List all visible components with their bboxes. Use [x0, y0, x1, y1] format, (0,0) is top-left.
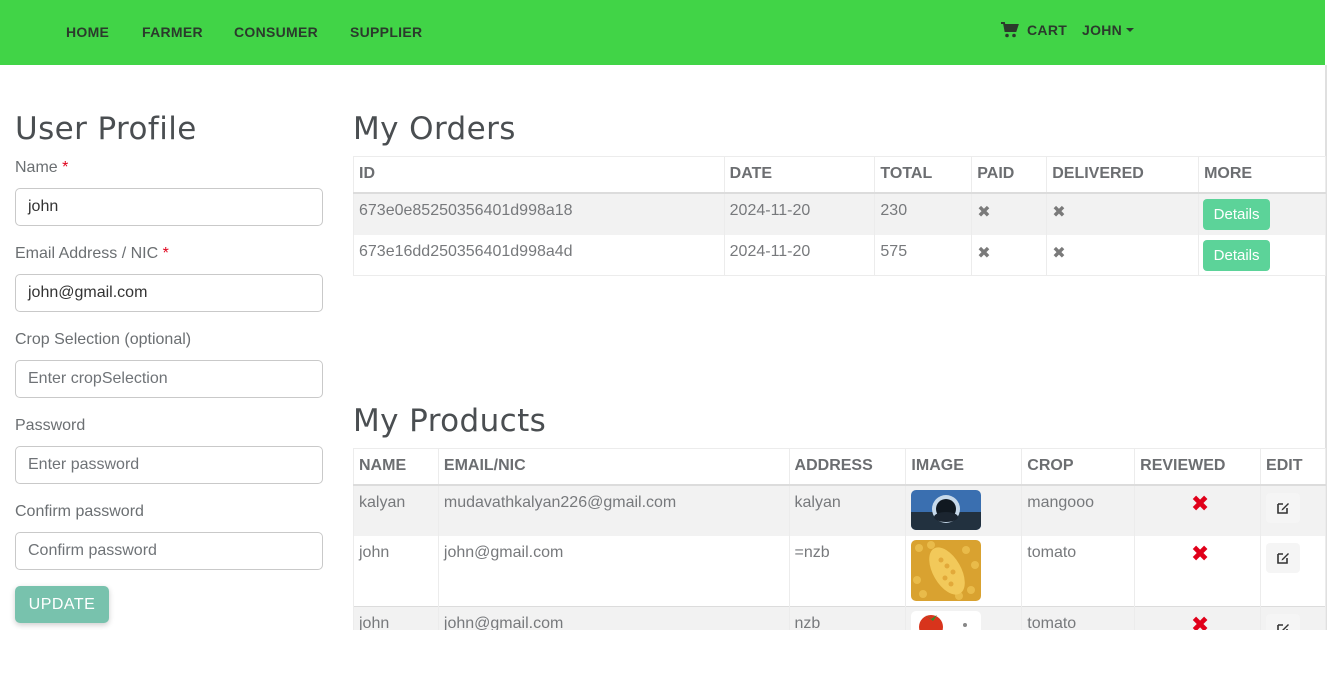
cart-label: CART [1027, 22, 1068, 38]
nav-supplier-link[interactable]: SUPPLIER [350, 24, 422, 40]
red-x-icon: ✖ [1190, 490, 1210, 516]
name-label: Name * [15, 159, 69, 176]
x-icon: ✖ [977, 203, 991, 221]
product-image[interactable] [911, 489, 982, 530]
product-name: john [353, 535, 439, 607]
edit-icon [1277, 502, 1290, 514]
product-image[interactable] [911, 539, 982, 601]
red-x-icon: ✖ [1190, 540, 1210, 566]
product-address: =nzb [788, 535, 907, 607]
orders-col-total[interactable]: TOTAL [874, 156, 973, 194]
orders-col-id[interactable]: ID [353, 156, 725, 194]
product-name: kalyan [353, 484, 439, 536]
table-row: kalyan mudavathkalyan226@gmail.com kalya… [353, 484, 1326, 536]
edit-icon [1277, 552, 1290, 564]
product-address: kalyan [788, 484, 907, 536]
edit-button[interactable] [1266, 542, 1301, 573]
edit-button[interactable] [1266, 492, 1301, 523]
products-col-image[interactable]: IMAGE [905, 448, 1023, 486]
orders-title: My Orders [353, 111, 516, 147]
order-date: 2024-11-20 [723, 192, 876, 235]
orders-header-row: ID DATE TOTAL PAID DELIVERED MORE [353, 156, 1326, 194]
products-col-name[interactable]: NAME [353, 448, 439, 486]
orders-table: ID DATE TOTAL PAID DELIVERED MORE 673e0e… [353, 156, 1326, 276]
password-input[interactable]: Enter password [15, 446, 323, 484]
products-col-crop[interactable]: CROP [1021, 448, 1136, 486]
caret-down-icon [1126, 28, 1135, 32]
crop-selection-label: Crop Selection (optional) [15, 331, 192, 348]
cart-icon [1001, 22, 1019, 38]
order-total: 230 [874, 192, 973, 235]
details-button[interactable]: Details [1203, 198, 1271, 230]
nav-home-link[interactable]: HOME [66, 24, 109, 40]
details-button[interactable]: Details [1203, 239, 1271, 271]
confirm-password-label: Confirm password [15, 503, 144, 520]
orders-col-delivered[interactable]: DELIVERED [1046, 156, 1200, 194]
product-email: mudavathkalyan226@gmail.com [437, 484, 790, 536]
orders-col-paid[interactable]: PAID [971, 156, 1048, 194]
x-icon: ✖ [1052, 203, 1066, 221]
required-mark: * [62, 159, 69, 176]
email-label: Email Address / NIC * [15, 245, 169, 262]
confirm-password-input[interactable]: Confirm password [15, 532, 323, 570]
product-crop: tomato [1021, 535, 1136, 607]
order-id: 673e0e85250356401d998a18 [353, 192, 725, 235]
nav-farmer-link[interactable]: FARMER [142, 24, 203, 40]
product-crop: mangooo [1021, 484, 1136, 536]
cart-link[interactable]: CART [1001, 21, 1067, 39]
order-date: 2024-11-20 [723, 234, 876, 276]
viewport-bottom [0, 630, 1327, 677]
name-input[interactable]: john [15, 188, 323, 226]
update-button[interactable]: UPDATE [15, 586, 109, 623]
products-col-address[interactable]: ADDRESS [788, 448, 907, 486]
x-icon: ✖ [977, 244, 991, 262]
nav-consumer-link[interactable]: CONSUMER [234, 24, 318, 40]
table-row: john john@gmail.com =nzb tomato ✖ [353, 535, 1326, 607]
password-label: Password [15, 417, 86, 434]
products-col-email[interactable]: EMAIL/NIC [437, 448, 790, 486]
product-email: john@gmail.com [437, 535, 790, 607]
email-input[interactable]: john@gmail.com [15, 274, 323, 312]
orders-col-more[interactable]: MORE [1198, 156, 1326, 194]
required-mark: * [162, 245, 169, 262]
products-col-edit[interactable]: EDIT [1260, 448, 1326, 486]
order-total: 575 [874, 234, 973, 276]
products-header-row: NAME EMAIL/NIC ADDRESS IMAGE CROP REVIEW… [353, 448, 1326, 486]
profile-title: User Profile [15, 111, 197, 147]
user-dropdown[interactable]: JOHN [1082, 21, 1135, 39]
table-row: 673e16dd250356401d998a4d 2024-11-20 575 … [353, 234, 1326, 276]
products-col-reviewed[interactable]: REVIEWED [1134, 448, 1262, 486]
products-table: NAME EMAIL/NIC ADDRESS IMAGE CROP REVIEW… [353, 448, 1326, 651]
crop-selection-input[interactable]: Enter cropSelection [15, 360, 323, 398]
user-name-label: JOHN [1082, 22, 1123, 38]
table-row: 673e0e85250356401d998a18 2024-11-20 230 … [353, 192, 1326, 235]
products-title: My Products [353, 403, 547, 439]
order-id: 673e16dd250356401d998a4d [353, 234, 725, 276]
top-navbar: HOME FARMER CONSUMER SUPPLIER CART JOHN [0, 0, 1325, 65]
x-icon: ✖ [1052, 244, 1066, 262]
orders-col-date[interactable]: DATE [723, 156, 876, 194]
